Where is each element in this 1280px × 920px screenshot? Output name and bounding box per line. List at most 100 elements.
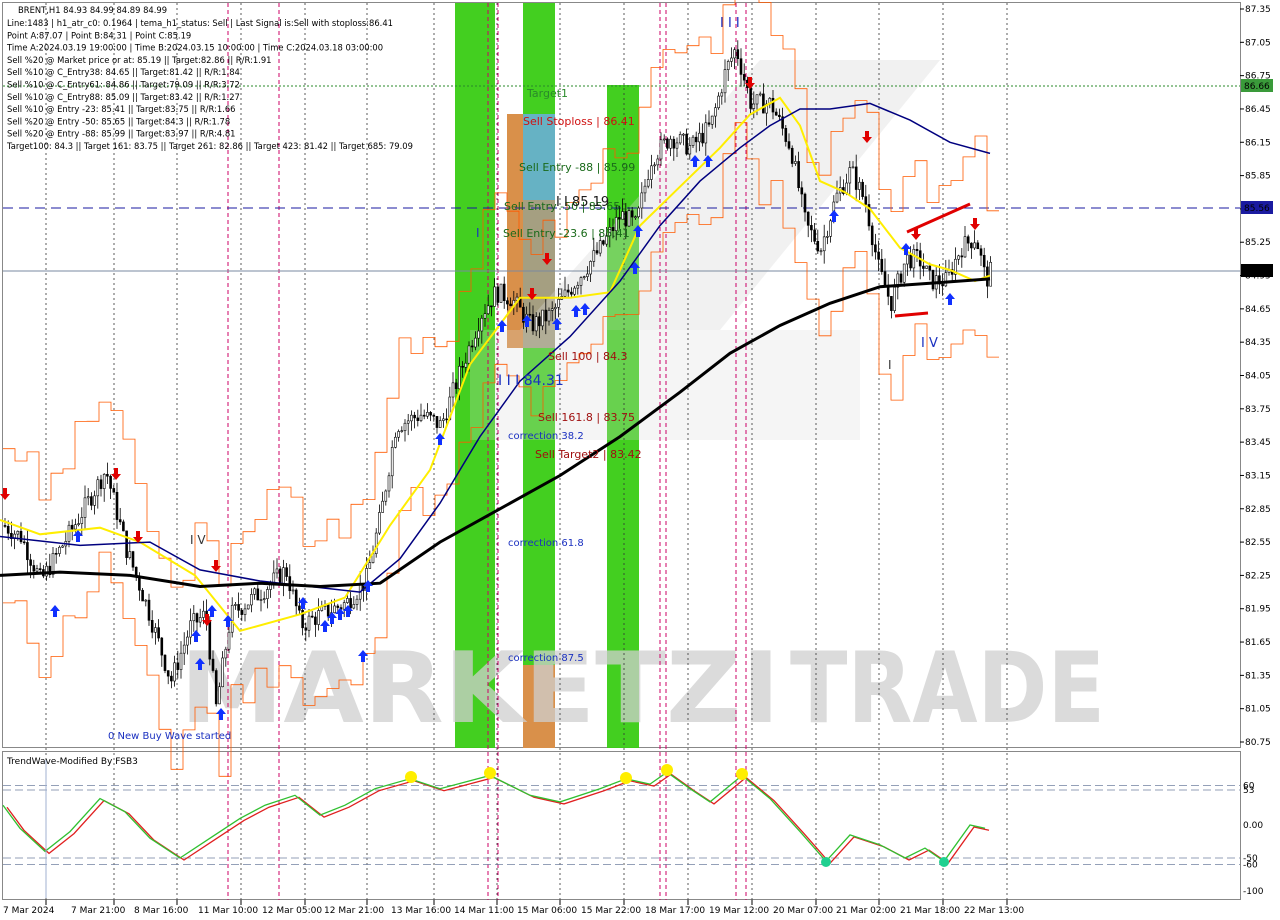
info-line: Time A:2024.03.19 19:00:00 | Time B:2024…: [6, 43, 383, 53]
time-tick-label: 12 Mar 05:00: [262, 906, 322, 916]
candle-body: [3, 525, 7, 527]
candle-body: [70, 524, 74, 530]
candle-body: [538, 316, 541, 327]
time-tick-label: 8 Mar 16:00: [134, 906, 189, 916]
annotation-correction-38: correction 38.2: [508, 431, 584, 442]
candle-body: [317, 610, 320, 625]
time-tick-label: 22 Mar 13:00: [964, 906, 1024, 916]
candle-body: [109, 475, 112, 489]
candle-body: [925, 265, 928, 269]
candle-body: [147, 599, 151, 621]
info-line: Point A:87.07 | Point B:84.31 | Point C:…: [7, 30, 191, 40]
candle-body: [973, 242, 976, 249]
info-line: Sell %20 @ Market price or at: 85.19 || …: [7, 55, 271, 65]
annotation-wave-iii: I I I: [720, 16, 740, 31]
candle-body: [883, 271, 887, 287]
candle-body: [266, 589, 269, 599]
price-tick-label: 81.95: [1245, 605, 1271, 615]
price-tick-label: 86.45: [1245, 105, 1271, 115]
price-tick-label: 81.05: [1245, 705, 1271, 715]
candle-body: [710, 115, 714, 125]
candle-body: [915, 249, 919, 252]
osc-tick-label: -60: [1243, 861, 1258, 871]
price-tick-label: 83.75: [1245, 405, 1271, 415]
annotation-level-c: I I 85.19: [556, 195, 609, 210]
annotation-wave-i: I: [476, 226, 480, 240]
candle-body: [285, 567, 288, 577]
candle-body: [333, 605, 336, 614]
annotation-sell-stoploss: Sell Stoploss | 86.41: [523, 115, 635, 128]
candle-body: [198, 617, 202, 623]
candle-body: [893, 286, 896, 311]
candle-body: [493, 286, 496, 307]
candle-body: [237, 604, 240, 611]
candle-body: [646, 179, 650, 187]
candle-body: [595, 250, 599, 254]
candle-body: [618, 217, 621, 220]
candle-body: [499, 283, 503, 303]
candle-body: [928, 265, 932, 271]
candle-body: [234, 604, 237, 606]
candle-body: [886, 286, 890, 297]
candle-body: [144, 599, 148, 602]
candle-body: [970, 242, 973, 249]
candle-body: [650, 165, 653, 180]
candle-body: [208, 620, 212, 660]
time-tick-label: 15 Mar 06:00: [517, 906, 577, 916]
candle-body: [544, 309, 548, 322]
osc-trough-dot: [821, 857, 831, 867]
candle-body: [32, 565, 36, 572]
candle-body: [390, 447, 394, 477]
price-tick-label: 82.25: [1245, 571, 1271, 581]
candle-body: [384, 490, 388, 502]
candle-body: [282, 567, 285, 584]
osc-peak-dot: [661, 764, 673, 776]
candle-body: [403, 422, 407, 431]
candle-body: [483, 313, 487, 319]
candle-body: [794, 161, 797, 164]
candle-body: [416, 417, 420, 421]
candle-body: [202, 610, 205, 618]
price-tick-label: 84.05: [1245, 372, 1271, 382]
time-tick-label: 19 Mar 12:00: [709, 906, 769, 916]
candle-body: [461, 365, 464, 368]
candle-body: [506, 300, 509, 305]
candle-body: [707, 122, 711, 125]
candle-body: [864, 196, 868, 205]
candle-body: [342, 602, 346, 610]
osc-trough-dot: [939, 857, 949, 867]
price-tick-label: 85.25: [1245, 238, 1271, 248]
candle-body: [592, 250, 596, 262]
candle-body: [262, 598, 266, 600]
candle-body: [989, 261, 992, 287]
price-tick-label: 83.15: [1245, 471, 1271, 481]
candle-body: [688, 145, 692, 155]
annotation-sell-161: Sell 161.8 | 83.75: [538, 411, 635, 424]
osc-tick-label: 53: [1243, 786, 1254, 796]
price-tick-label: 86.15: [1245, 138, 1271, 148]
candle-body: [243, 608, 247, 615]
candle-body: [170, 675, 173, 682]
candle-body: [86, 496, 90, 499]
candle-body: [621, 211, 624, 220]
candle-body: [458, 365, 461, 389]
candle-body: [790, 147, 794, 164]
candle-body: [717, 95, 720, 109]
candle-body: [106, 473, 109, 477]
candle-body: [118, 519, 122, 523]
candle-body: [960, 255, 964, 258]
candle-body: [749, 87, 752, 109]
candle-body: [726, 61, 730, 70]
info-symbol: BRENT,H1 84.93 84.99 84.89 84.99: [18, 5, 167, 15]
candle-body: [742, 74, 746, 81]
candle-body: [189, 620, 192, 638]
candle-body: [192, 613, 196, 622]
candle-body: [80, 517, 84, 524]
candle-body: [528, 313, 532, 316]
candle-body: [154, 627, 157, 633]
watermark-right: TRADE: [790, 632, 1105, 746]
time-tick-label: 21 Mar 02:00: [836, 906, 896, 916]
candle-body: [541, 309, 544, 327]
candle-body: [304, 627, 308, 631]
time-tick-label: 7 Mar 21:00: [71, 906, 126, 916]
